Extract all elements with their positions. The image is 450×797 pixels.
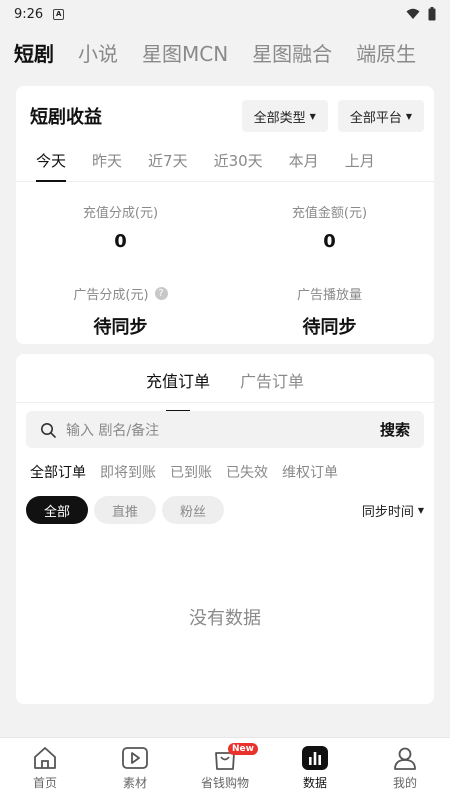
nav-item-home[interactable]: 首页 xyxy=(0,738,90,797)
range-tab-7days[interactable]: 近7天 xyxy=(148,146,188,181)
top-tab-xingtu-mcn[interactable]: 星图MCN xyxy=(142,38,228,67)
date-range-tabs: 今天 昨天 近7天 近30天 本月 上月 xyxy=(16,146,434,182)
empty-state-text: 没有数据 xyxy=(189,608,261,629)
earnings-header: 短剧收益 全部类型 ▼ 全部平台 ▼ xyxy=(30,98,424,134)
nav-label: 素材 xyxy=(122,776,147,790)
nav-item-data[interactable]: 数据 xyxy=(270,738,360,797)
new-badge: New xyxy=(228,743,258,755)
metric-ad-share: 广告分成(元) ? 待同步 xyxy=(16,284,225,339)
metric-label: 充值分成(元) xyxy=(82,206,159,221)
status-bar: 9:26 A xyxy=(0,0,450,28)
caret-down-icon: ▼ xyxy=(405,111,412,121)
pill-all[interactable]: 全部 xyxy=(26,496,88,524)
status-expired[interactable]: 已失效 xyxy=(226,462,268,482)
nav-item-shopping[interactable]: New 省钱购物 xyxy=(180,738,270,797)
type-filter-label: 全部类型 xyxy=(253,110,306,126)
orders-card: 充值订单 广告订单 输入 剧名/备注 搜索 全部订单 即将到账 已到账 已失效 … xyxy=(16,354,434,704)
help-icon[interactable]: ? xyxy=(154,287,168,300)
nav-item-profile[interactable]: 我的 xyxy=(360,738,450,797)
caret-down-icon: ▼ xyxy=(309,111,316,121)
status-all-orders[interactable]: 全部订单 xyxy=(30,462,86,482)
metric-label-wrap: 广告分成(元) ? xyxy=(73,284,168,303)
top-tab-native[interactable]: 端原生 xyxy=(356,38,416,67)
profile-icon xyxy=(390,744,420,772)
pill-direct[interactable]: 直推 xyxy=(94,496,156,524)
metric-value: 0 xyxy=(114,231,127,252)
status-time: 9:26 xyxy=(14,6,44,22)
pill-fans[interactable]: 粉丝 xyxy=(162,496,224,524)
metric-value: 0 xyxy=(323,231,336,252)
status-right xyxy=(406,7,436,21)
top-tab-xingtu-fusion[interactable]: 星图融合 xyxy=(252,38,332,67)
divider xyxy=(16,402,434,403)
earnings-title: 短剧收益 xyxy=(30,107,102,128)
platform-filter-dropdown[interactable]: 全部平台 ▼ xyxy=(337,100,424,132)
nav-label: 数据 xyxy=(302,776,327,790)
wifi-icon xyxy=(406,8,420,19)
range-tab-yesterday[interactable]: 昨天 xyxy=(92,146,122,181)
metric-value: 待同步 xyxy=(302,317,357,338)
home-icon xyxy=(30,744,60,772)
metric-label: 充值金额(元) xyxy=(291,206,368,221)
range-tab-30days[interactable]: 近30天 xyxy=(214,146,263,181)
tab-recharge-orders[interactable]: 充值订单 xyxy=(146,366,210,412)
metric-ad-plays: 广告播放量 待同步 xyxy=(225,284,434,339)
earnings-card: 短剧收益 全部类型 ▼ 全部平台 ▼ 今天 昨天 近7天 近30天 本月 上月 … xyxy=(16,86,434,344)
top-tab-novel[interactable]: 小说 xyxy=(78,38,118,67)
nav-label: 首页 xyxy=(32,776,57,790)
nav-label: 省钱购物 xyxy=(200,776,249,790)
metric-recharge-amount: 充值金额(元) 0 xyxy=(225,202,434,252)
notification-icon: A xyxy=(53,8,65,20)
search-button[interactable]: 搜索 xyxy=(380,419,410,440)
platform-filter-label: 全部平台 xyxy=(349,110,402,126)
channel-pills: 全部 直推 粉丝 xyxy=(26,496,224,524)
caret-down-icon: ▼ xyxy=(417,506,424,515)
nav-item-materials[interactable]: 素材 xyxy=(90,738,180,797)
status-pending[interactable]: 即将到账 xyxy=(100,462,156,482)
chart-icon xyxy=(300,744,330,772)
bottom-nav: 首页 素材 New 省钱购物 数据 我的 xyxy=(0,737,450,797)
sort-label: 同步时间 xyxy=(361,505,414,520)
search-input[interactable]: 输入 剧名/备注 xyxy=(66,420,380,440)
metric-value: 待同步 xyxy=(93,317,148,338)
order-type-tabs: 充值订单 广告订单 xyxy=(16,366,434,412)
top-nav: 短剧 小说 星图MCN 星图融合 端原生 xyxy=(0,28,450,76)
range-tab-this-month[interactable]: 本月 xyxy=(289,146,319,181)
battery-icon xyxy=(428,7,436,21)
range-tab-today[interactable]: 今天 xyxy=(36,146,67,182)
search-icon xyxy=(41,422,56,438)
metric-recharge-share: 充值分成(元) 0 xyxy=(16,202,225,252)
order-status-filters: 全部订单 即将到账 已到账 已失效 维权订单 xyxy=(30,462,338,482)
search-bar[interactable]: 输入 剧名/备注 搜索 xyxy=(26,411,424,448)
metric-label: 广告播放量 xyxy=(296,288,362,303)
status-received[interactable]: 已到账 xyxy=(170,462,212,482)
nav-label: 我的 xyxy=(392,776,417,790)
play-icon xyxy=(120,744,150,772)
sort-dropdown[interactable]: 同步时间 ▼ xyxy=(362,501,424,520)
top-tab-short-drama[interactable]: 短剧 xyxy=(14,38,54,67)
type-filter-dropdown[interactable]: 全部类型 ▼ xyxy=(241,100,328,132)
tab-ad-orders[interactable]: 广告订单 xyxy=(240,366,304,402)
range-tab-last-month[interactable]: 上月 xyxy=(345,146,375,181)
metric-label: 广告分成(元) xyxy=(73,288,149,303)
status-dispute[interactable]: 维权订单 xyxy=(282,462,338,482)
